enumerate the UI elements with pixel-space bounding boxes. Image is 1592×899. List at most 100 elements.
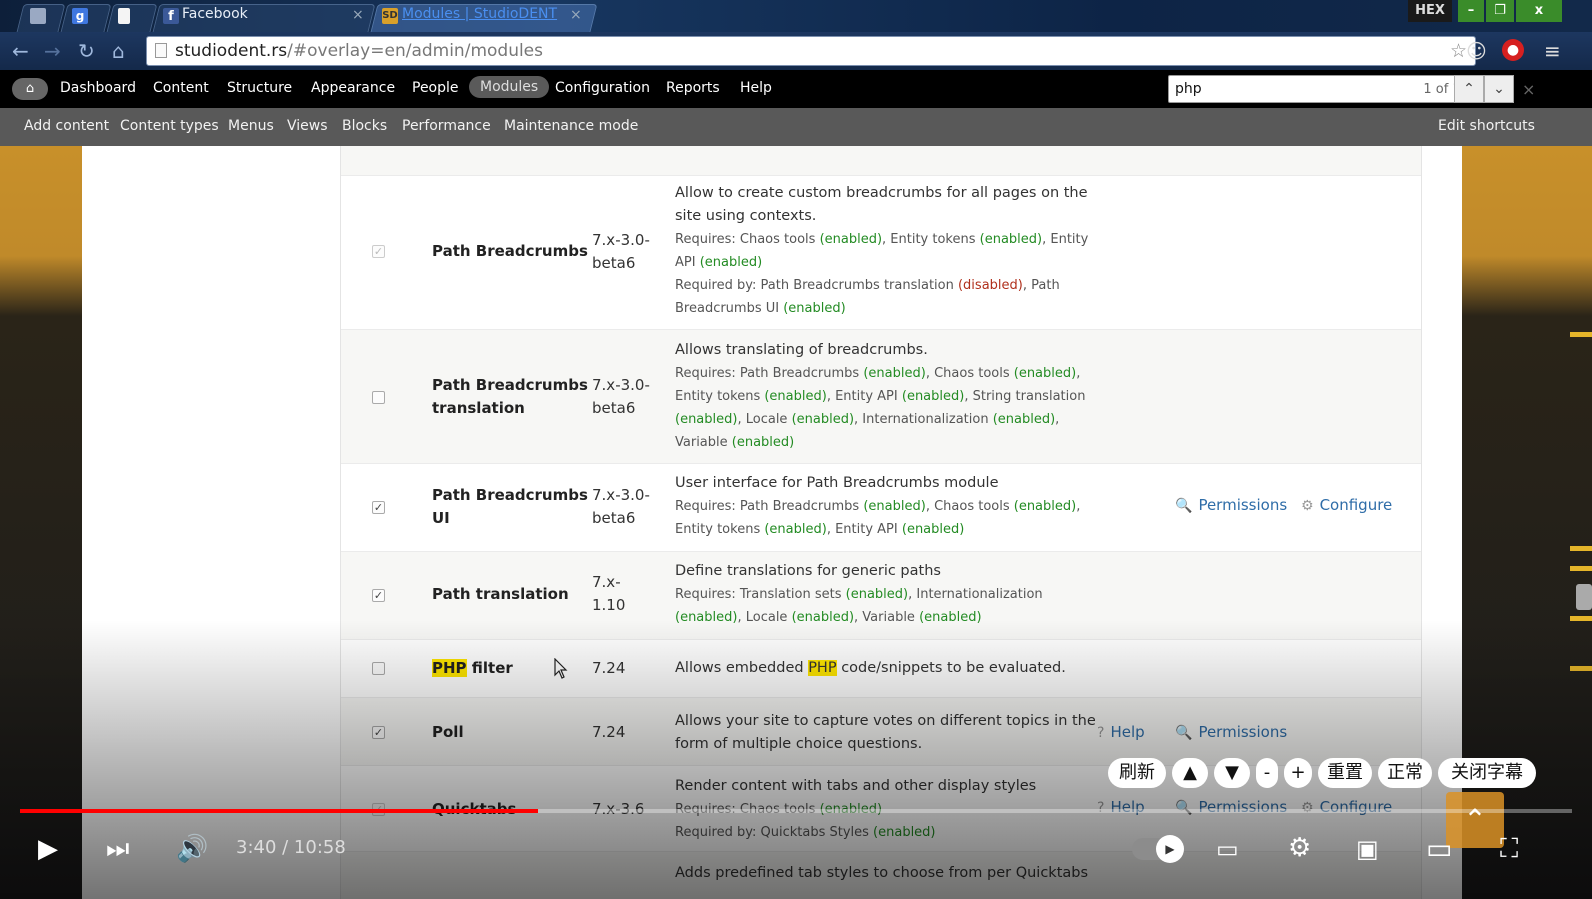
- reset-button[interactable]: 重置: [1318, 758, 1372, 788]
- volume-icon[interactable]: 🔊: [176, 834, 208, 864]
- minimize-icon[interactable]: –: [1458, 0, 1484, 22]
- module-name: Path translation: [432, 585, 569, 603]
- back-icon[interactable]: ←: [12, 40, 29, 62]
- toolbar-appearance[interactable]: Appearance: [311, 80, 395, 96]
- adblock-icon[interactable]: ●: [1502, 39, 1524, 61]
- permissions-link[interactable]: 🔍 Permissions: [1175, 496, 1287, 514]
- tab-facebook-label: Facebook: [182, 6, 248, 22]
- forward-icon[interactable]: →: [44, 40, 61, 62]
- module-description: Adds predefined tab styles to choose fro…: [675, 865, 1089, 881]
- module-description: Allows translating of breadcrumbs. Requi…: [675, 342, 1086, 450]
- module-name: Poll: [432, 723, 464, 741]
- url-text: studiodent.rs/#overlay=en/admin/modules: [175, 41, 543, 61]
- page-scrollbar[interactable]: [1546, 146, 1592, 899]
- bookmark-star-icon[interactable]: ☆: [1450, 40, 1467, 62]
- menu-icon[interactable]: ≡: [1544, 40, 1561, 62]
- home-icon[interactable]: ⌂: [112, 40, 125, 62]
- home-icon[interactable]: ⌂: [12, 78, 48, 100]
- subtitles-icon[interactable]: ▭: [1216, 834, 1239, 864]
- close-icon[interactable]: ×: [352, 7, 364, 23]
- module-required-by: Required by: Path Breadcrumbs translatio…: [675, 278, 1060, 293]
- table-row: ✓ Poll 7.24 Allows your site to capture …: [341, 698, 1421, 766]
- refresh-button[interactable]: 刷新: [1108, 758, 1166, 788]
- shortcut-views[interactable]: Views: [287, 118, 328, 134]
- autoplay-toggle[interactable]: ▶: [1132, 835, 1184, 863]
- module-description: Allow to create custom breadcrumbs for a…: [675, 185, 1089, 316]
- help-link[interactable]: ? Help: [1097, 723, 1145, 741]
- reload-icon[interactable]: ↻: [78, 40, 95, 62]
- shortcut-maintenance-mode[interactable]: Maintenance mode: [504, 118, 638, 134]
- speed-up-button[interactable]: ▲: [1172, 758, 1208, 788]
- toolbar-reports[interactable]: Reports: [666, 80, 720, 96]
- shortcut-content-types[interactable]: Content types: [120, 118, 219, 134]
- shortcut-performance[interactable]: Performance: [402, 118, 491, 134]
- extension-icon[interactable]: ☺: [1466, 40, 1487, 62]
- close-window-icon[interactable]: x: [1516, 0, 1562, 22]
- toolbar-configuration[interactable]: Configuration: [555, 80, 650, 96]
- table-row: ✓ Path translation 7.x- 1.10 Define trans…: [341, 552, 1421, 640]
- permissions-link[interactable]: 🔍 Permissions: [1175, 723, 1287, 741]
- close-icon[interactable]: ×: [570, 7, 582, 23]
- find-close-icon[interactable]: ×: [1522, 80, 1535, 99]
- module-checkbox[interactable]: [372, 662, 385, 675]
- restore-icon[interactable]: ❐: [1486, 0, 1514, 22]
- find-previous-icon[interactable]: ⌃: [1454, 75, 1484, 103]
- gear-icon: ⚙: [1301, 800, 1314, 816]
- google-plus-icon: g: [72, 8, 88, 24]
- permissions-link[interactable]: 🔍 Permissions: [1175, 798, 1287, 816]
- shortcut-blocks[interactable]: Blocks: [342, 118, 387, 134]
- find-input[interactable]: php: [1175, 81, 1202, 97]
- find-bar[interactable]: php 1 of 11: [1168, 75, 1478, 103]
- module-version: 7.x- 1.10: [592, 573, 626, 614]
- key-icon: 🔍: [1175, 725, 1193, 741]
- toolbar-structure[interactable]: Structure: [227, 80, 292, 96]
- minus-button[interactable]: -: [1256, 758, 1278, 788]
- close-subtitles-button[interactable]: 关闭字幕: [1438, 758, 1536, 788]
- next-video-icon[interactable]: ⏭: [106, 834, 129, 864]
- shortcuts-bar: Add content Content types Menus Views Bl…: [0, 108, 1592, 146]
- module-version: 7.x-3.0- beta6: [592, 376, 650, 417]
- video-time: 3:40 / 10:58: [236, 837, 346, 858]
- module-checkbox[interactable]: ✓: [372, 501, 385, 514]
- module-name: Path Breadcrumbs UI: [432, 486, 588, 527]
- toolbar-help[interactable]: Help: [740, 80, 772, 96]
- browser-tab-strip: g f Facebook × SD Modules | StudioDENT ×…: [0, 0, 1592, 32]
- toolbar-modules[interactable]: Modules: [469, 76, 550, 98]
- toolbar-content[interactable]: Content: [153, 80, 209, 96]
- browser-address-row: ← → ↻ ⌂ studiodent.rs/#overlay=en/admin/…: [0, 32, 1592, 70]
- play-small-icon: ▶: [1156, 835, 1184, 863]
- edit-shortcuts-link[interactable]: Edit shortcuts: [1438, 118, 1535, 134]
- address-bar[interactable]: studiodent.rs/#overlay=en/admin/modules …: [146, 36, 1476, 66]
- module-checkbox[interactable]: [372, 391, 385, 404]
- video-progress-bar[interactable]: [20, 809, 1572, 813]
- table-row: ✓ Path Breadcrumbs UI 7.x-3.0- beta6 User …: [341, 464, 1421, 552]
- toolbar-people[interactable]: People: [412, 80, 459, 96]
- shortcut-menus[interactable]: Menus: [228, 118, 274, 134]
- tab-document[interactable]: [106, 4, 158, 32]
- tab-modules-label: Modules | StudioDENT: [402, 6, 558, 22]
- scrollbar-thumb[interactable]: [1576, 584, 1592, 610]
- key-icon: 🔍: [1175, 498, 1193, 514]
- module-name: Path Breadcrumbs translation: [432, 376, 588, 417]
- key-icon: 🔍: [1175, 800, 1193, 816]
- configure-link[interactable]: ⚙ Configure: [1301, 496, 1392, 514]
- help-link[interactable]: ? Help: [1097, 798, 1145, 816]
- play-icon[interactable]: ▶: [38, 834, 58, 864]
- theater-mode-icon[interactable]: ▭: [1426, 834, 1452, 864]
- module-version: 7.24: [592, 659, 626, 677]
- normal-speed-button[interactable]: 正常: [1378, 758, 1432, 788]
- plus-button[interactable]: +: [1284, 758, 1312, 788]
- shortcut-add-content[interactable]: Add content: [24, 118, 109, 134]
- module-checkbox[interactable]: ✓: [372, 245, 385, 258]
- module-checkbox[interactable]: ✓: [372, 589, 385, 602]
- settings-gear-icon[interactable]: ⚙: [1288, 833, 1311, 863]
- toolbar-dashboard[interactable]: Dashboard: [60, 80, 136, 96]
- back-to-top-icon[interactable]: ⌃: [1446, 792, 1504, 848]
- speed-down-button[interactable]: ▼: [1214, 758, 1250, 788]
- configure-link[interactable]: ⚙ Configure: [1301, 798, 1392, 816]
- miniplayer-icon[interactable]: ▣: [1356, 834, 1379, 864]
- module-version: 7.x-3.0- beta6: [592, 486, 650, 527]
- fullscreen-icon[interactable]: ⛶: [1500, 834, 1518, 864]
- find-next-icon[interactable]: ⌄: [1484, 75, 1514, 103]
- module-checkbox[interactable]: ✓: [372, 726, 385, 739]
